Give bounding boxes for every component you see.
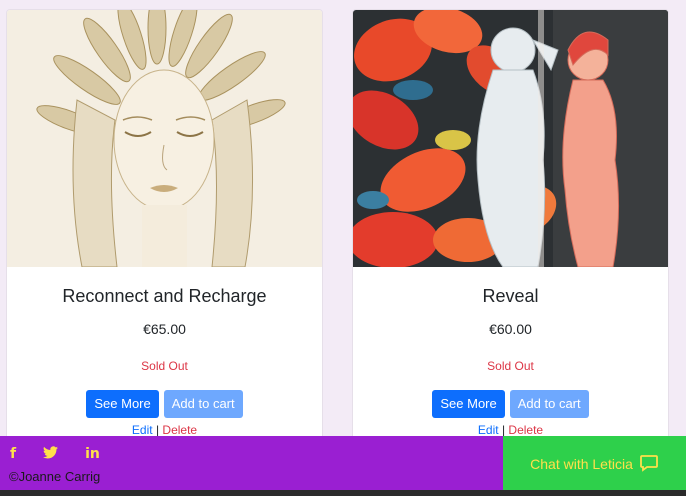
chat-label: Chat with Leticia (530, 456, 633, 472)
site-footer: f in ©Joanne Carrig Chat with Leticia (0, 436, 686, 496)
product-title: Reconnect and Recharge (62, 286, 267, 306)
product-actions: See More Add to cart (7, 390, 322, 418)
delete-link[interactable]: Delete (508, 423, 543, 437)
product-title: Reveal (482, 286, 539, 306)
product-image-reveal[interactable] (353, 10, 668, 267)
twitter-icon[interactable] (43, 446, 59, 463)
window-bottom-edge (0, 490, 686, 496)
add-to-cart-button[interactable]: Add to cart (509, 390, 589, 418)
copyright-text: ©Joanne Carrig (9, 469, 101, 484)
product-card-reconnect: Reconnect and Recharge €65.00 Sold Out S… (6, 9, 323, 449)
link-separator: | (155, 423, 160, 437)
product-price: €60.00 (489, 321, 532, 337)
chat-bubble-icon (639, 453, 659, 476)
link-separator: | (501, 423, 506, 437)
add-to-cart-button[interactable]: Add to cart (163, 390, 243, 418)
product-image-reconnect[interactable] (7, 10, 322, 267)
admin-links: Edit | Delete (353, 423, 668, 437)
product-price: €65.00 (143, 321, 186, 337)
linkedin-icon[interactable]: in (85, 446, 100, 463)
product-card-reveal: Reveal €60.00 Sold Out See More Add to c… (352, 9, 669, 449)
see-more-button[interactable]: See More (432, 390, 505, 418)
delete-link[interactable]: Delete (162, 423, 197, 437)
edit-link[interactable]: Edit (478, 423, 499, 437)
sold-out-badge: Sold Out (141, 359, 188, 373)
admin-links: Edit | Delete (7, 423, 322, 437)
product-actions: See More Add to cart (353, 390, 668, 418)
social-links: f in (10, 446, 100, 463)
sold-out-badge: Sold Out (487, 359, 534, 373)
chat-button[interactable]: Chat with Leticia (503, 436, 686, 492)
see-more-button[interactable]: See More (86, 390, 159, 418)
facebook-icon[interactable]: f (10, 446, 16, 463)
edit-link[interactable]: Edit (132, 423, 153, 437)
product-gallery-page: Reconnect and Recharge €65.00 Sold Out S… (0, 0, 686, 496)
